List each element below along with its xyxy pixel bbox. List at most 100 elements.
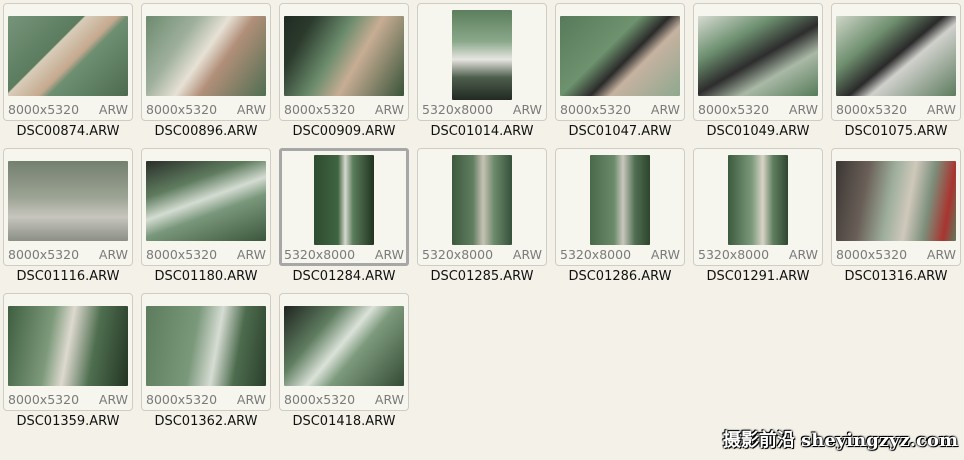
file-extension: ARW [374, 392, 404, 407]
file-extension: ARW [374, 247, 404, 262]
thumbnail-tile[interactable]: 8000x5320 ARW [831, 148, 961, 266]
photo-thumbnail [728, 155, 788, 245]
file-extension: ARW [788, 102, 818, 117]
file-name[interactable]: DSC00874.ARW [3, 124, 133, 139]
image-dimensions: 8000x5320 [8, 392, 80, 407]
file-name[interactable]: DSC01316.ARW [831, 269, 961, 284]
image-dimensions: 5320x8000 [422, 247, 494, 262]
image-dimensions: 8000x5320 [146, 247, 218, 262]
photo-thumbnail [314, 155, 374, 245]
thumbnail-tile[interactable]: 8000x5320 ARW [141, 3, 271, 121]
thumbnail-tile[interactable]: 5320x8000 ARW [417, 3, 547, 121]
image-dimensions: 5320x8000 [698, 247, 770, 262]
file-extension: ARW [512, 102, 542, 117]
photo-thumbnail [146, 306, 266, 386]
file-extension: ARW [236, 392, 266, 407]
image-dimensions: 8000x5320 [8, 247, 80, 262]
thumbnail-tile[interactable]: 8000x5320 ARW [279, 3, 409, 121]
file-item[interactable]: 5320x8000 ARW DSC01285.ARW [417, 148, 547, 293]
file-name[interactable]: DSC01359.ARW [3, 414, 133, 429]
watermark: 摄影前沿 sheyingzyz.com [722, 430, 958, 451]
file-extension: ARW [374, 102, 404, 117]
file-extension: ARW [98, 247, 128, 262]
file-extension: ARW [650, 102, 680, 117]
file-name[interactable]: DSC01014.ARW [417, 124, 547, 139]
file-extension: ARW [926, 247, 956, 262]
file-name[interactable]: DSC01047.ARW [555, 124, 685, 139]
thumbnail-tile[interactable]: 8000x5320 ARW [3, 293, 133, 411]
image-dimensions: 5320x8000 [422, 102, 494, 117]
file-item[interactable]: 5320x8000 ARW DSC01291.ARW [693, 148, 823, 293]
photo-thumbnail [590, 155, 650, 245]
file-name[interactable]: DSC01362.ARW [141, 414, 271, 429]
photo-thumbnail [560, 16, 680, 96]
thumbnail-tile[interactable]: 5320x8000 ARW [417, 148, 547, 266]
file-name[interactable]: DSC01049.ARW [693, 124, 823, 139]
file-extension: ARW [926, 102, 956, 117]
photo-thumbnail [836, 161, 956, 241]
photo-thumbnail [8, 16, 128, 96]
image-dimensions: 5320x8000 [560, 247, 632, 262]
photo-thumbnail [8, 161, 128, 241]
image-dimensions: 8000x5320 [146, 102, 218, 117]
file-extension: ARW [98, 392, 128, 407]
photo-thumbnail [8, 306, 128, 386]
file-item[interactable]: 8000x5320 ARW DSC00874.ARW [3, 3, 133, 148]
image-dimensions: 8000x5320 [8, 102, 80, 117]
file-name[interactable]: DSC01285.ARW [417, 269, 547, 284]
thumbnail-tile[interactable]: 8000x5320 ARW [831, 3, 961, 121]
file-extension: ARW [788, 247, 818, 262]
thumbnail-tile[interactable]: 8000x5320 ARW [555, 3, 685, 121]
image-dimensions: 8000x5320 [836, 102, 908, 117]
file-grid: 8000x5320 ARW DSC00874.ARW 8000x5320 ARW DSC0… [3, 3, 961, 438]
file-item[interactable]: 5320x8000 ARW DSC01286.ARW [555, 148, 685, 293]
thumbnail-tile[interactable]: 8000x5320 ARW [693, 3, 823, 121]
thumbnail-tile[interactable]: 5320x8000 ARW [555, 148, 685, 266]
image-dimensions: 8000x5320 [284, 392, 356, 407]
thumbnail-tile[interactable]: 5320x8000 ARW [279, 148, 409, 266]
photo-thumbnail [284, 16, 404, 96]
file-item[interactable]: 8000x5320 ARW DSC00896.ARW [141, 3, 271, 148]
file-item[interactable]: 8000x5320 ARW DSC01047.ARW [555, 3, 685, 148]
file-name[interactable]: DSC01418.ARW [279, 414, 409, 429]
photo-thumbnail [452, 155, 512, 245]
thumbnail-tile[interactable]: 8000x5320 ARW [279, 293, 409, 411]
file-name[interactable]: DSC01291.ARW [693, 269, 823, 284]
photo-thumbnail [284, 306, 404, 386]
photo-thumbnail [146, 161, 266, 241]
thumbnail-tile[interactable]: 8000x5320 ARW [141, 148, 271, 266]
file-name[interactable]: DSC01284.ARW [279, 269, 409, 284]
thumbnail-tile[interactable]: 5320x8000 ARW [693, 148, 823, 266]
thumbnail-tile[interactable]: 8000x5320 ARW [141, 293, 271, 411]
file-item[interactable]: 5320x8000 ARW DSC01014.ARW [417, 3, 547, 148]
file-item[interactable]: 8000x5320 ARW DSC00909.ARW [279, 3, 409, 148]
photo-thumbnail [452, 10, 512, 100]
thumbnail-tile[interactable]: 8000x5320 ARW [3, 3, 133, 121]
file-name[interactable]: DSC00896.ARW [141, 124, 271, 139]
file-name[interactable]: DSC01116.ARW [3, 269, 133, 284]
photo-thumbnail [836, 16, 956, 96]
thumbnail-tile[interactable]: 8000x5320 ARW [3, 148, 133, 266]
image-dimensions: 8000x5320 [284, 102, 356, 117]
file-item[interactable]: 8000x5320 ARW DSC01316.ARW [831, 148, 961, 293]
photo-thumbnail [698, 16, 818, 96]
file-name[interactable]: DSC00909.ARW [279, 124, 409, 139]
file-item[interactable]: 8000x5320 ARW DSC01180.ARW [141, 148, 271, 293]
file-item[interactable]: 8000x5320 ARW DSC01049.ARW [693, 3, 823, 148]
file-extension: ARW [236, 102, 266, 117]
image-dimensions: 8000x5320 [698, 102, 770, 117]
file-item[interactable]: 8000x5320 ARW DSC01116.ARW [3, 148, 133, 293]
file-extension: ARW [512, 247, 542, 262]
file-name[interactable]: DSC01286.ARW [555, 269, 685, 284]
file-item[interactable]: 8000x5320 ARW DSC01418.ARW [279, 293, 409, 438]
file-extension: ARW [236, 247, 266, 262]
image-dimensions: 5320x8000 [284, 247, 356, 262]
photo-thumbnail [146, 16, 266, 96]
file-item[interactable]: 5320x8000 ARW DSC01284.ARW [279, 148, 409, 293]
file-item[interactable]: 8000x5320 ARW DSC01359.ARW [3, 293, 133, 438]
file-extension: ARW [650, 247, 680, 262]
file-item[interactable]: 8000x5320 ARW DSC01362.ARW [141, 293, 271, 438]
file-name[interactable]: DSC01075.ARW [831, 124, 961, 139]
file-name[interactable]: DSC01180.ARW [141, 269, 271, 284]
file-item[interactable]: 8000x5320 ARW DSC01075.ARW [831, 3, 961, 148]
